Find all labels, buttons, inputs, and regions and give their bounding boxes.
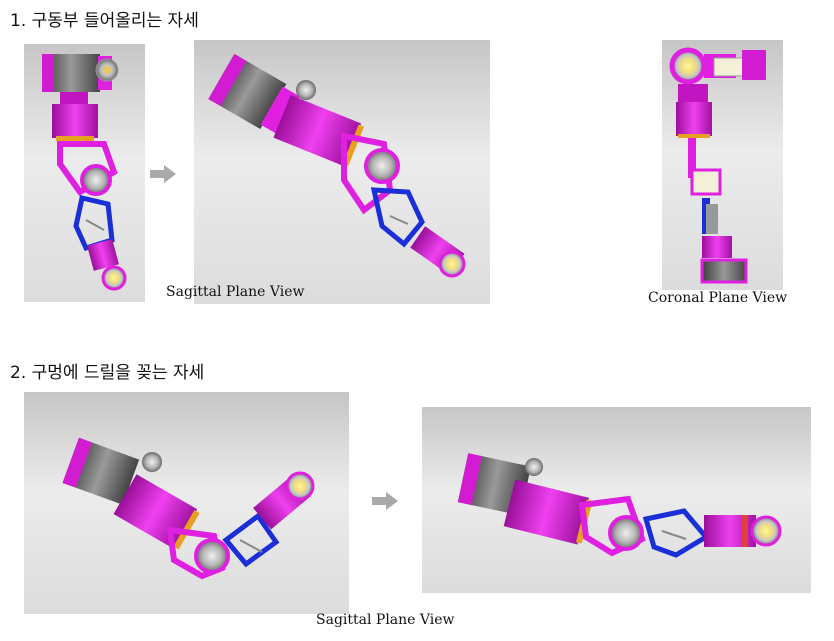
robot-arm-drill-insert-image [24, 392, 349, 614]
robot-arm-coronal-image [662, 40, 783, 290]
robot-arm-upright-image [24, 44, 145, 302]
robot-arm-horizontal-image [422, 407, 811, 593]
figure-caption: Coronal Plane View [648, 290, 788, 306]
figure-caption: Sagittal Plane View [316, 612, 455, 628]
section-2-heading: 2. 구멍에 드릴을 꽂는 자세 [10, 363, 205, 383]
section-1-heading: 1. 구동부 들어올리는 자세 [10, 11, 199, 31]
arrow-right-icon [150, 165, 176, 187]
robot-arm-raised-image [194, 40, 490, 304]
arrow-right-icon [372, 492, 398, 514]
figure-caption: Sagittal Plane View [166, 284, 305, 300]
